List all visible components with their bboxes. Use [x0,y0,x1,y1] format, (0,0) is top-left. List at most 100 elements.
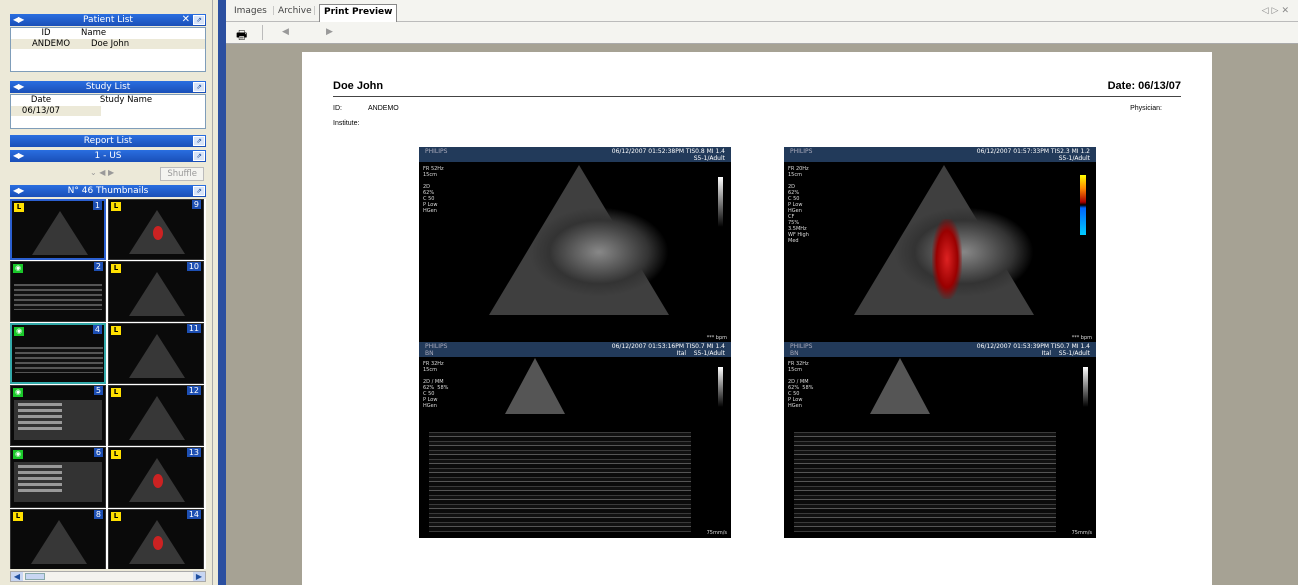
ultrasound-image-4[interactable]: PHILIPS BN 06/12/2007 01:53:39PM TIS0.7 MI… [784,342,1096,538]
image-sub-label: BN [425,350,434,357]
thumbnails-title: N° 46 Thumbnails [67,186,149,196]
thumbnail-1[interactable]: L1 [10,199,106,260]
brand-label: PHILIPS [790,148,813,155]
pin-icon[interactable]: ⇗ [193,151,205,161]
thumbnail-number: 2 [93,262,103,271]
brand-label: PHILIPS [425,148,448,155]
patient-list-header: ◀▶ Patient List ✕ ⇗ [10,14,206,26]
ultrasound-image-2[interactable]: PHILIPS 06/12/2007 01:57:33PM TIS2.3 MI 1… [784,147,1096,343]
image-info-bar: PHILIPS 06/12/2007 01:52:38PM TIS0.8 MI 1… [419,147,731,162]
thumbnail-14[interactable]: L 14 [108,509,204,569]
ultrasound-image-1[interactable]: PHILIPS 06/12/2007 01:52:38PM TIS0.8 MI 1… [419,147,731,343]
image-parameters: FR 52Hz 15cm 2D 62% C 50 P Low HGen [423,166,444,214]
image-parameters: FR 32Hz 15cm 2D / MM 62% 58% C 50 P Low … [423,361,449,409]
thumbnail-6[interactable]: ◉ 6 [10,447,106,508]
tab-images[interactable]: Images [234,6,267,16]
image-probe: S5-1/Adult [1058,350,1090,357]
printer-icon[interactable]: 🖶 [236,26,247,47]
tab-print-preview[interactable]: Print Preview [319,4,398,22]
scroll-right-icon[interactable]: ▶ [193,572,205,581]
close-icon[interactable]: ✕ [1281,6,1292,16]
shuffle-button[interactable]: Shuffle [160,167,204,181]
close-icon[interactable]: ✕ [182,14,190,26]
report-page: Doe John Date: 06/13/07 ID: ANDEMO Physi… [302,52,1212,585]
thumbnail-number: 14 [186,510,201,519]
study-row[interactable]: 06/13/07 [11,106,101,116]
sweep-speed: 75mm/s [1071,530,1092,536]
us-controls: ⌄ ◀ ▶ Shuffle [10,165,206,181]
layout-badge-icon: L [111,450,121,459]
layout-badge-icon: L [111,512,121,521]
thumbnail-10[interactable]: L 10 [108,261,204,322]
tab-prev-icon[interactable]: ◁ [1262,6,1272,16]
study-list-title: Study List [85,82,131,92]
pin-icon[interactable]: ⇗ [193,82,205,92]
report-list-header: Report List ⇗ [10,135,206,147]
thumbnail-9[interactable]: L9 [108,199,204,260]
patient-name: Doe John [91,39,130,49]
col-study-name[interactable]: Study Name [71,95,181,106]
thumbnail-number: 10 [186,262,201,271]
image-sub-label: BN [790,350,799,357]
study-list-header: ◀▶ Study List ⇗ [10,81,206,93]
image-probe-prefix: Ital [1041,350,1052,357]
dropdown-icon[interactable]: ⌄ ◀ ▶ [90,168,114,177]
thumbnail-number: 4 [92,325,102,334]
image-timestamp: 06/12/2007 01:53:16PM TIS0.7 MI 1.4 [611,343,725,350]
layout-badge-icon: L [111,388,121,397]
pin-icon[interactable]: ⇗ [193,136,205,146]
report-date: Date: 06/13/07 [1107,80,1181,92]
report-list-title: Report List [83,136,133,146]
col-name[interactable]: Name [81,28,141,39]
col-date[interactable]: Date [11,95,71,106]
patient-row[interactable]: ANDEMO Doe John [11,39,205,49]
scroll-left-icon[interactable]: ◀ [11,572,23,581]
image-probe: S5-1/Adult [693,350,725,357]
thumbnail-2[interactable]: ◉ 2 [10,261,106,322]
image-probe: S5-1/Adult [693,155,725,162]
layout-badge-icon: L [13,512,23,521]
horizontal-scrollbar[interactable]: ◀ ▶ [10,571,206,582]
pin-icon[interactable]: ⇗ [193,186,205,196]
thumbnail-number: 13 [186,448,201,457]
physician-label: Physician: [1130,105,1162,112]
study-list-panel: Date Study Name 06/13/07 [10,94,206,129]
image-parameters: FR 32Hz 15cm 2D / MM 62% 58% C 50 P Low … [788,361,814,409]
thumbnail-5[interactable]: ◉ 5 [10,385,106,446]
layout-badge-icon: L [111,264,121,273]
left-pane: ◀▶ Patient List ✕ ⇗ ID Name ANDEMO Doe J… [0,0,212,585]
previous-page-icon[interactable]: ◀ [282,27,289,37]
main-pane: Images | Archive | Print Preview ◁▷✕ 🖶 ◀… [226,0,1298,585]
thumbnail-11[interactable]: L 11 [108,323,204,384]
image-info-bar: PHILIPS 06/12/2007 01:57:33PM TIS2.3 MI 1… [784,147,1096,162]
tab-archive[interactable]: Archive [278,6,312,16]
heart-rate: *** bpm [1071,335,1092,341]
thumbnail-13[interactable]: L 13 [108,447,204,508]
thumbnail-number: 9 [191,200,201,209]
thumbnail-12[interactable]: L 12 [108,385,204,446]
sweep-speed: 75mm/s [706,530,727,536]
scroll-thumb[interactable] [25,573,45,580]
thumbnails-grid: L 1 L 9 ◉ 2 L 10 ◉ 4 L 11 ◉ 5 L 12 ◉ 6 L 13 L 8 L 14 [10,199,206,569]
patient-id: ANDEMO [31,39,71,49]
image-info-bar: PHILIPS BN 06/12/2007 01:53:16PM TIS0.7 MI… [419,342,731,357]
tab-next-icon[interactable]: ▷ [1272,6,1282,16]
us-list-title: 1 - US [94,151,122,161]
image-timestamp: 06/12/2007 01:53:39PM TIS0.7 MI 1.4 [976,343,1090,350]
tab-strip: Images | Archive | Print Preview ◁▷✕ [226,0,1298,22]
thumbnail-8[interactable]: L8 [10,509,106,569]
thumbnail-number: 8 [93,510,103,519]
us-list-header: ◀▶ 1 - US ⇗ [10,150,206,162]
image-parameters: FR 20Hz 15cm 2D 62% C 50 P Low HGen CF 7… [788,166,809,244]
thumbnail-4[interactable]: ◉ 4 [10,323,106,384]
divider [333,96,1181,97]
col-id[interactable]: ID [11,28,81,39]
ultrasound-image-3[interactable]: PHILIPS BN 06/12/2007 01:53:16PM TIS0.7 MI… [419,342,731,538]
thumbnail-number: 12 [186,386,201,395]
side-bar [218,0,226,585]
thumbnail-number: 6 [93,448,103,457]
heart-rate: *** bpm [706,335,727,341]
pin-icon[interactable]: ⇗ [193,15,205,25]
next-page-icon[interactable]: ▶ [326,27,333,37]
patient-name-heading: Doe John [333,80,384,92]
